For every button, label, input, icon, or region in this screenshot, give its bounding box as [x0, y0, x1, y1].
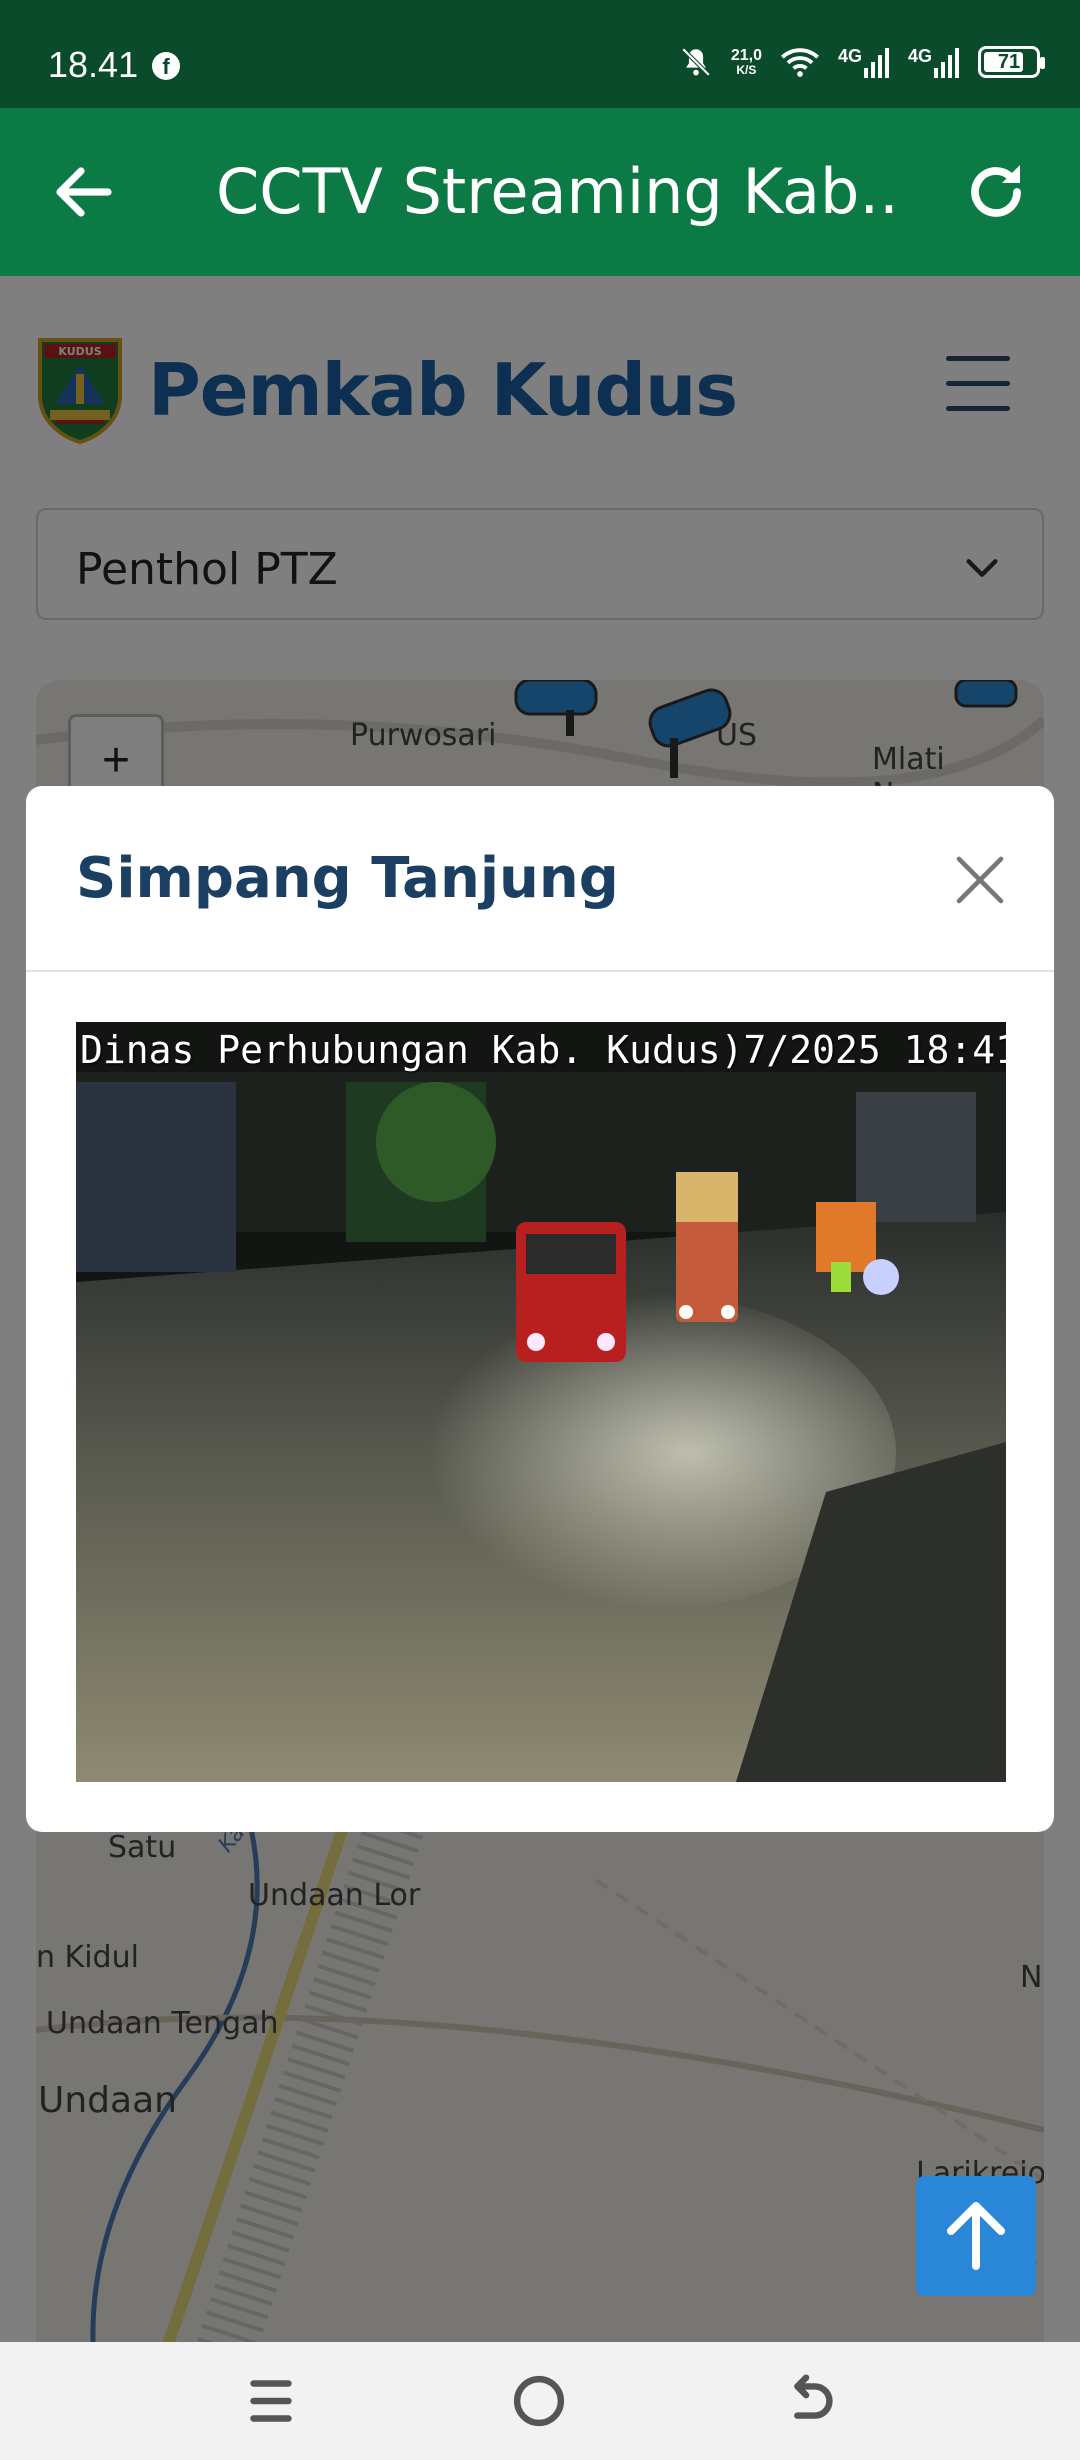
- web-content: KUDUS Pemkab Kudus Penthol PTZ + Purw: [0, 276, 1080, 2342]
- status-bar: 18.41 f 21,0 K/S 4G 4G 71: [0, 0, 1080, 108]
- signal-bars-icon: [934, 48, 959, 78]
- cctv-video-stream[interactable]: Dinas Perhubungan Kab. Kudus)7/2025 18:4…: [76, 1022, 1006, 1782]
- system-nav-bar: [0, 2342, 1080, 2460]
- battery-icon: 71: [978, 46, 1045, 78]
- battery-level: 71: [997, 51, 1021, 73]
- signal-2: 4G: [908, 46, 960, 78]
- scroll-to-top-button[interactable]: [916, 2176, 1036, 2296]
- video-frame: [76, 1022, 1006, 1782]
- facebook-icon: f: [152, 52, 180, 80]
- refresh-icon[interactable]: [960, 156, 1032, 228]
- notifications-muted-icon: [681, 47, 711, 77]
- cctv-modal: Simpang Tanjung Dinas Perhubungan Kab. K…: [26, 786, 1054, 1832]
- recent-apps-icon[interactable]: [236, 2366, 306, 2436]
- back-icon[interactable]: [774, 2366, 844, 2436]
- arrow-up-icon: [947, 2202, 1005, 2270]
- status-icons: 21,0 K/S 4G 4G 71: [679, 40, 1045, 84]
- wifi-icon: [781, 48, 819, 77]
- close-icon[interactable]: [952, 852, 1008, 908]
- network-speed: 21,0 K/S: [730, 46, 762, 77]
- status-time: 18.41: [48, 44, 139, 85]
- speed-unit: K/S: [736, 62, 757, 77]
- app-title: CCTV Streaming Kab...: [216, 156, 896, 228]
- back-arrow-icon[interactable]: [48, 156, 120, 228]
- modal-title: Simpang Tanjung: [76, 846, 619, 911]
- network-type-2: 4G: [907, 46, 932, 66]
- network-type-1: 4G: [837, 46, 862, 66]
- modal-header: Simpang Tanjung: [26, 786, 1054, 972]
- home-icon[interactable]: [504, 2366, 574, 2436]
- app-bar: CCTV Streaming Kab...: [0, 108, 1080, 276]
- video-osd-timestamp: Dinas Perhubungan Kab. Kudus)7/2025 18:4…: [80, 1028, 1006, 1072]
- signal-bars-icon: [863, 48, 889, 78]
- signal-1: 4G: [838, 46, 890, 78]
- speed-value: 21,0: [730, 46, 762, 64]
